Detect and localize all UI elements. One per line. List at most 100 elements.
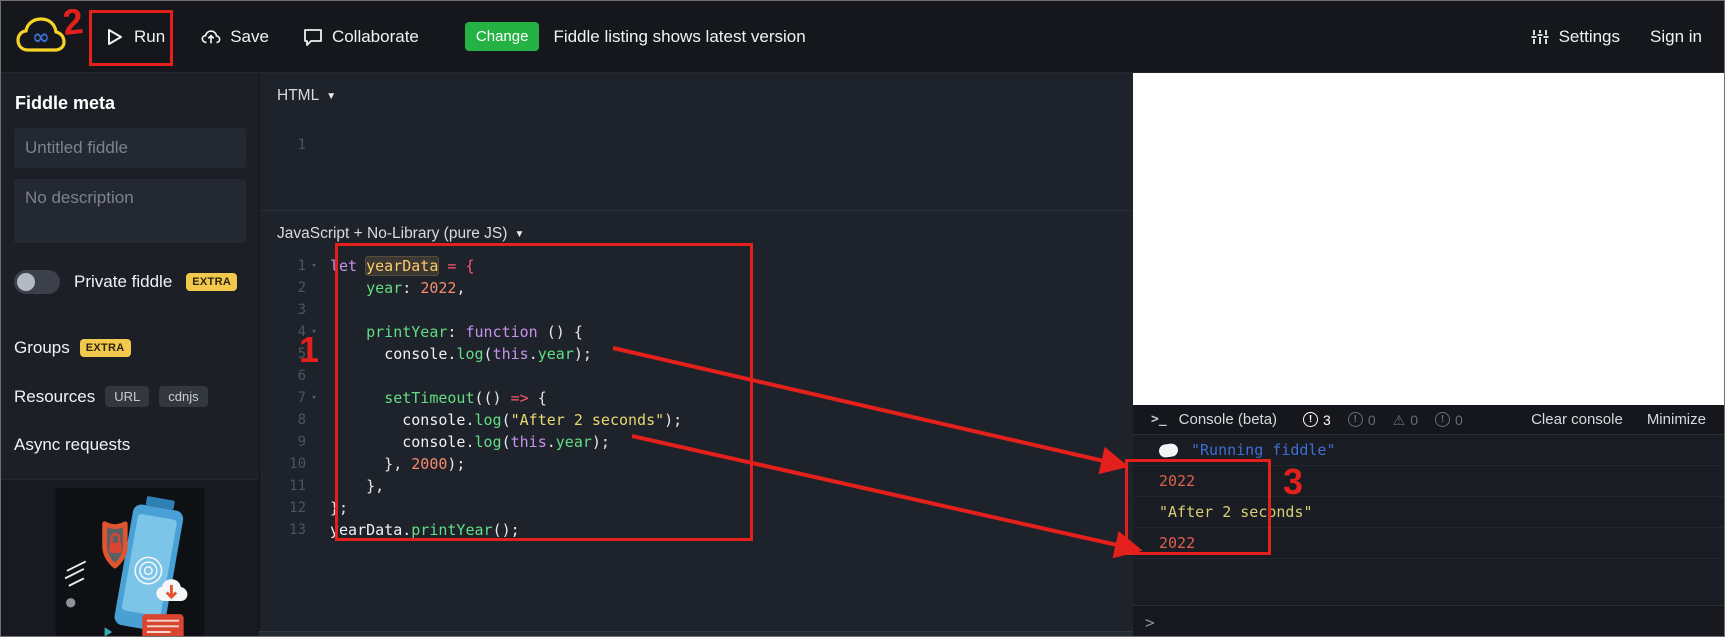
cloud-pill-icon (1158, 442, 1179, 458)
code-line-7[interactable]: 7 ▾ setTimeout(() => { (260, 387, 1133, 409)
count-value: 0 (1410, 411, 1418, 428)
js-panel-selector[interactable]: JavaScript + No-Library (pure JS) ▼ (260, 211, 1133, 249)
sign-in-button[interactable]: Sign in (1650, 27, 1702, 47)
save-button[interactable]: Save (201, 27, 269, 47)
console-log-text: "After 2 seconds" (1159, 503, 1313, 521)
console-log-row-1: 2022 (1133, 466, 1724, 497)
warning-icon: ⚠ (1392, 411, 1406, 428)
editor-bottom-strip (259, 631, 1133, 636)
code-text: console.log("After 2 seconds"); (402, 411, 683, 429)
ad-zone (1, 479, 259, 637)
code-text: console.log(this.year); (384, 345, 592, 363)
fiddle-listing-notice: Fiddle listing shows latest version (553, 26, 806, 46)
resource-chip-url[interactable]: URL (105, 386, 150, 407)
change-button[interactable]: Change (464, 22, 540, 51)
code-line-8[interactable]: 8 console.log("After 2 seconds"); (260, 409, 1133, 431)
terminal-prompt-icon: >_ (1151, 412, 1167, 427)
js-panel-label: JavaScript + No-Library (pure JS) (277, 225, 508, 242)
code-line-10[interactable]: 10 }, 2000); (260, 453, 1133, 475)
html-panel-selector[interactable]: HTML ▼ (260, 73, 1133, 111)
console-count-1[interactable]: ! 0 (1347, 412, 1376, 428)
console-count-0[interactable]: ! 3 (1303, 412, 1331, 428)
svg-text:∞: ∞ (32, 25, 50, 49)
clear-console-button[interactable]: Clear console (1531, 411, 1623, 428)
js-code-editor[interactable]: 1 ▾ let yearData = {2 year: 2022, 3 4 ▾ print… (260, 249, 1133, 541)
console-title: Console (beta) (1178, 411, 1278, 428)
code-line-11[interactable]: 11 }, (260, 475, 1133, 497)
fiddle-title-input[interactable] (14, 128, 246, 168)
line-number: 11 (289, 478, 306, 494)
fold-arrow-icon[interactable]: ▾ (306, 261, 322, 271)
private-fiddle-toggle[interactable] (14, 270, 60, 294)
console-input-row[interactable]: > (1133, 605, 1724, 636)
code-line-6[interactable]: 6 (260, 365, 1133, 387)
sidebar-item-groups[interactable]: Groups EXTRA (14, 338, 246, 358)
fiddle-description-input[interactable] (14, 179, 246, 243)
console-log-row-0: "Running fiddle" (1133, 435, 1724, 466)
code-line-3[interactable]: 3 (260, 299, 1133, 321)
top-bar: ∞ Run Save Collaborate Change Fiddle lis… (1, 1, 1724, 73)
line-number: 3 (297, 302, 306, 318)
js-panel[interactable]: JavaScript + No-Library (pure JS) ▼ 1 ▾ le… (260, 211, 1133, 541)
jsfiddle-window: ∞ Run Save Collaborate Change Fiddle lis… (0, 0, 1725, 637)
count-value: 3 (1323, 411, 1331, 428)
run-button[interactable]: Run (105, 27, 165, 47)
console-prompt-icon: > (1145, 612, 1155, 632)
sidebar-item-resources[interactable]: Resources URL cdnjs (14, 386, 246, 407)
cloud-upload-icon (201, 27, 221, 47)
line-number: 6 (297, 368, 306, 384)
code-line-12[interactable]: 12}; (260, 497, 1133, 519)
console-count-3[interactable]: ! 0 (1435, 412, 1463, 428)
line-number: 7 (297, 390, 306, 406)
code-text: setTimeout(() => { (384, 389, 547, 407)
html-line-number: 1 (297, 137, 306, 153)
jsfiddle-logo-icon[interactable]: ∞ (15, 14, 67, 60)
result-panel (1133, 73, 1724, 405)
collaborate-label: Collaborate (331, 26, 419, 46)
code-line-1[interactable]: 1 ▾ let yearData = { (260, 255, 1133, 277)
console-count-2[interactable]: ⚠ 0 (1393, 412, 1418, 428)
sidebar-item-async-requests[interactable]: Async requests (14, 435, 246, 455)
resource-chip-cdnjs[interactable]: cdnjs (159, 386, 208, 407)
console-log-text: 2022 (1159, 472, 1196, 490)
code-text: printYear: function () { (366, 323, 583, 341)
count-value: 0 (1455, 411, 1463, 428)
code-text: let yearData = { (330, 257, 475, 275)
code-line-4[interactable]: 4 ▾ printYear: function () { (260, 321, 1133, 343)
play-icon (105, 27, 125, 47)
console-log-row-2: "After 2 seconds" (1133, 497, 1724, 528)
private-fiddle-row: Private fiddle EXTRA (14, 270, 246, 294)
ad-illustration[interactable] (51, 488, 209, 637)
code-text: year: 2022, (366, 279, 466, 297)
console-panel: >_ Console (beta) ! 3! 0 ⚠ 0! 0 Clear console… (1133, 405, 1724, 636)
code-line-2[interactable]: 2 year: 2022, (260, 277, 1133, 299)
private-fiddle-label: Private fiddle (74, 272, 173, 291)
minimize-console-button[interactable]: Minimize (1647, 411, 1706, 428)
circle-exclamation-icon: ! (1303, 412, 1319, 427)
fold-arrow-icon[interactable]: ▾ (306, 327, 322, 337)
code-line-5[interactable]: 5 console.log(this.year); (260, 343, 1133, 365)
sliders-icon (1530, 27, 1550, 47)
console-output: "Running fiddle" 2022 "After 2 seconds" 202… (1133, 435, 1724, 559)
code-line-13[interactable]: 13 yearData.printYear(); (260, 519, 1133, 541)
collaborate-button[interactable]: Collaborate (303, 27, 419, 47)
code-line-9[interactable]: 9 console.log(this.year); (260, 431, 1133, 453)
circle-exclamation-icon: ! (1435, 412, 1450, 427)
html-panel: HTML ▼ 1 (260, 73, 1133, 211)
console-log-text: 2022 (1159, 534, 1196, 552)
console-log-row-3: 2022 (1133, 528, 1724, 559)
fold-arrow-icon[interactable]: ▾ (306, 393, 322, 403)
html-panel-label: HTML (277, 87, 320, 104)
line-number: 10 (289, 456, 306, 472)
settings-label: Settings (1558, 26, 1621, 46)
settings-button[interactable]: Settings (1530, 27, 1620, 47)
code-text: console.log(this.year); (402, 433, 610, 451)
extra-badge: EXTRA (186, 273, 238, 291)
sign-in-label: Sign in (1650, 26, 1702, 46)
line-number: 2 (297, 280, 306, 296)
code-text: }; (330, 499, 349, 517)
line-number: 9 (297, 434, 306, 450)
run-label: Run (134, 26, 166, 46)
code-text: }, 2000); (330, 455, 466, 473)
extra-badge: EXTRA (79, 339, 131, 357)
